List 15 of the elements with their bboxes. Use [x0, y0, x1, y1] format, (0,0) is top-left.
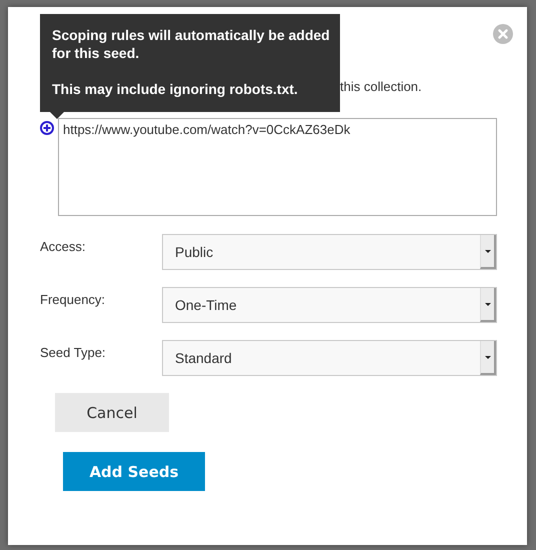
select-field[interactable]: Standard [162, 340, 497, 376]
add-icon[interactable] [40, 121, 54, 135]
select-field[interactable]: Public [162, 234, 497, 270]
select-field[interactable]: One-Time [162, 287, 497, 323]
field-label: Seed Type: [40, 344, 107, 360]
seed-url-field[interactable]: https://www.youtube.com/watch?v=0CckAZ63eDk [58, 118, 497, 216]
tooltip: Scoping rules will automatically be added for this seed. This may include ignoring robots.txt. [40, 14, 340, 119]
caret-icon [484, 302, 490, 306]
caret-icon [484, 356, 490, 358]
caret-icon [484, 250, 490, 252]
field-label: Access: [40, 238, 87, 254]
field-label: Frequency: [40, 291, 106, 307]
add-seeds-button[interactable]: Add Seeds [63, 452, 205, 491]
intro-text: this collection. [340, 79, 423, 96]
cancel-button[interactable]: Cancel [55, 393, 169, 432]
